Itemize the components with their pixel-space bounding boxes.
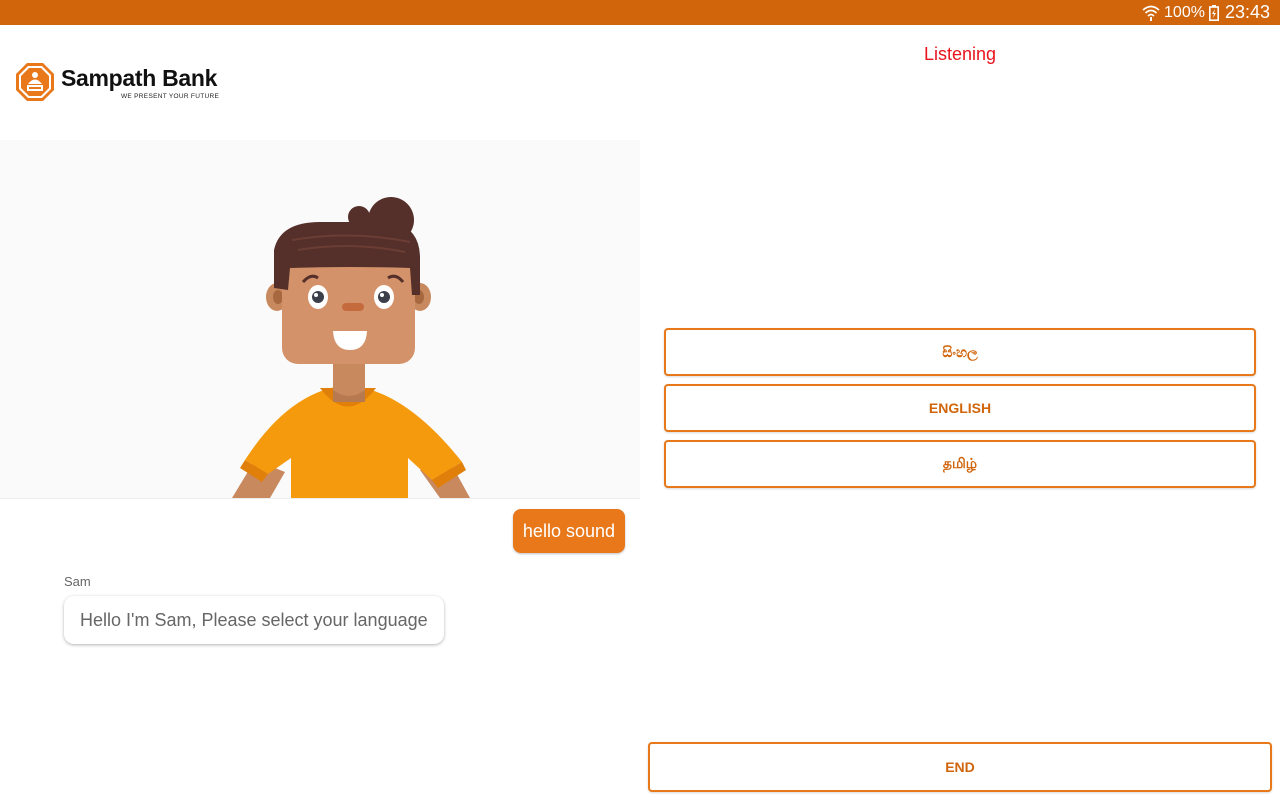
bot-name-label: Sam bbox=[64, 574, 91, 589]
bank-name: Sampath Bank bbox=[61, 65, 218, 91]
assistant-avatar-panel bbox=[0, 140, 640, 498]
bank-logo: Sampath Bank WE PRESENT YOUR FUTURE bbox=[15, 62, 225, 104]
language-button-tamil[interactable]: தமிழ் bbox=[664, 440, 1256, 488]
clock: 23:43 bbox=[1224, 2, 1270, 22]
status-bar: 100% 23:43 bbox=[0, 0, 1280, 25]
language-button-sinhala[interactable]: සිංහල bbox=[664, 328, 1256, 376]
status-icons: 100% 23:43 bbox=[1142, 0, 1270, 25]
battery-level: 100% bbox=[1164, 3, 1205, 21]
battery-charging-icon bbox=[1208, 4, 1219, 21]
sampath-logo-icon bbox=[15, 62, 55, 107]
bot-message-bubble: Hello I'm Sam, Please select your langua… bbox=[64, 596, 444, 644]
bank-tagline: WE PRESENT YOUR FUTURE bbox=[121, 93, 220, 100]
listening-status: Listening bbox=[923, 44, 997, 64]
assistant-avatar bbox=[232, 197, 470, 498]
language-button-english[interactable]: ENGLISH bbox=[664, 384, 1256, 432]
avatar-divider bbox=[0, 498, 640, 499]
end-button[interactable]: END bbox=[648, 742, 1272, 792]
wifi-icon bbox=[1142, 5, 1160, 21]
user-message-bubble: hello sound bbox=[512, 509, 625, 553]
